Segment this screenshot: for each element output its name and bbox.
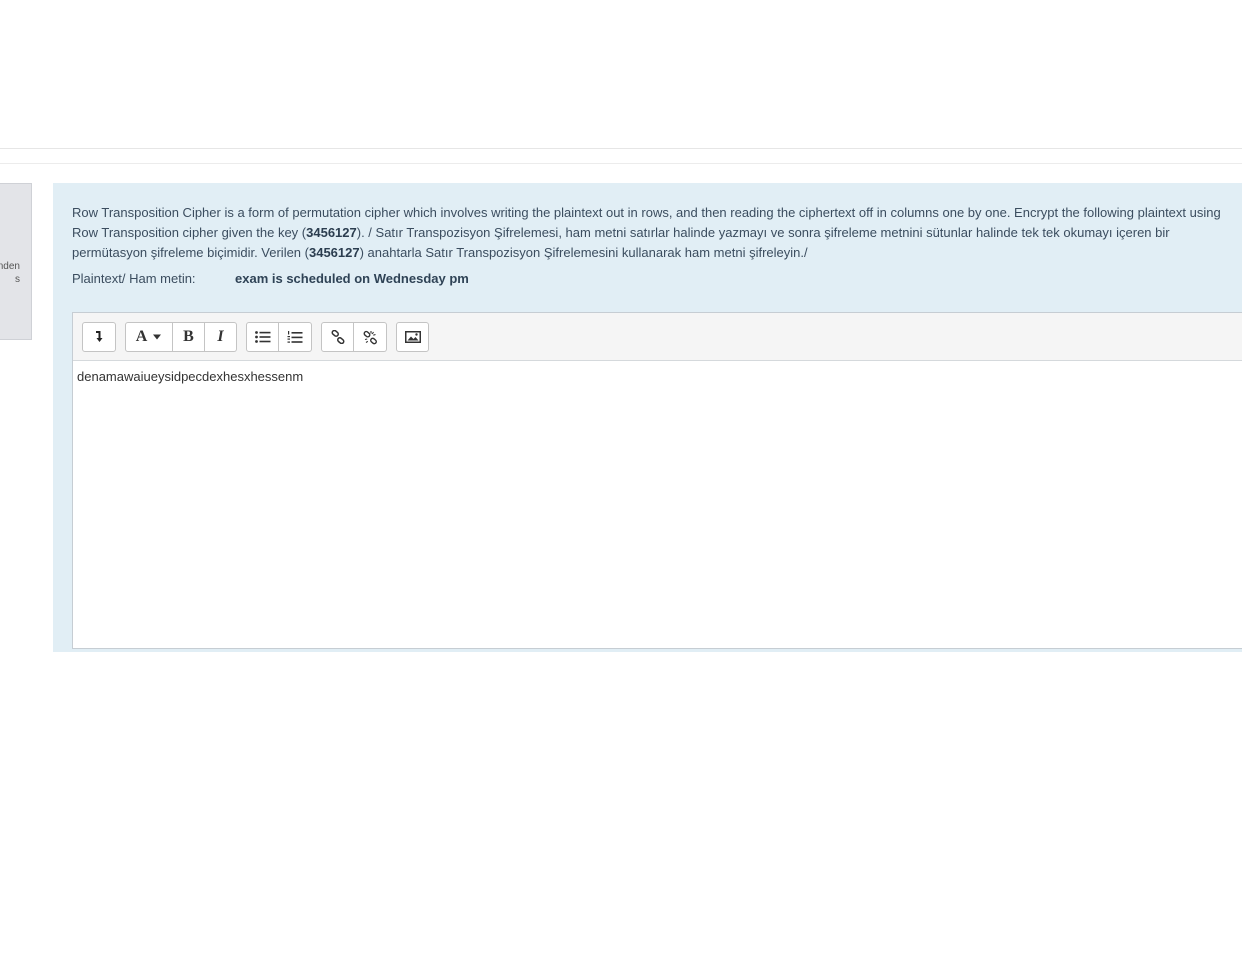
ordered-list-icon	[287, 330, 303, 343]
bold-label: B	[183, 328, 194, 345]
arrow-collapse-icon	[96, 331, 103, 342]
plaintext-value: exam is scheduled on Wednesday pm	[235, 270, 469, 286]
toolbar-group-lists	[246, 322, 312, 352]
plaintext-row: Plaintext/ Ham metin: exam is scheduled …	[72, 271, 1242, 286]
unlink-button[interactable]	[354, 322, 387, 352]
question-info-text: s	[15, 274, 20, 285]
image-icon	[404, 331, 421, 343]
editor-content-area[interactable]: denamawaiueysidpecdexhesxhessenm	[73, 361, 1242, 392]
header-divider	[0, 148, 1242, 149]
question-info-text: nden	[0, 261, 20, 272]
caret-down-icon	[153, 334, 162, 340]
header-divider-secondary	[0, 163, 1242, 164]
insert-image-button[interactable]	[396, 322, 429, 352]
toolbar-group-collapse	[82, 322, 116, 352]
toolbar-group-links	[321, 322, 387, 352]
link-icon	[331, 330, 344, 344]
unordered-list-icon	[254, 331, 270, 343]
plaintext-label: Plaintext/ Ham metin:	[72, 270, 196, 286]
insert-link-button[interactable]	[321, 322, 354, 352]
font-style-dropdown-button[interactable]: A	[125, 322, 173, 352]
italic-button[interactable]: I	[205, 322, 237, 352]
cipher-key: 3456127	[308, 245, 360, 261]
answer-editor: A B I denamawaiueysidpecdexhesxhessenm	[72, 312, 1242, 649]
collapse-toolbar-button[interactable]	[82, 322, 116, 352]
question-info-panel: nden s	[0, 183, 32, 340]
editor-toolbar: A B I	[73, 313, 1242, 361]
unlink-icon	[363, 330, 377, 344]
question-text: Row Transposition Cipher is a form of pe…	[72, 203, 1232, 264]
question-formulation: Row Transposition Cipher is a form of pe…	[53, 183, 1242, 652]
italic-label: I	[217, 328, 224, 345]
cipher-key: 3456127	[306, 225, 357, 241]
unordered-list-button[interactable]	[246, 322, 279, 352]
bold-button[interactable]: B	[173, 322, 205, 352]
ordered-list-button[interactable]	[279, 322, 312, 352]
question-text-segment: ) anahtarla Satır Transpozisyon Şifrelem…	[359, 245, 808, 261]
font-style-label: A	[135, 328, 148, 345]
toolbar-group-media	[396, 322, 429, 352]
toolbar-group-style: A B I	[125, 322, 237, 352]
